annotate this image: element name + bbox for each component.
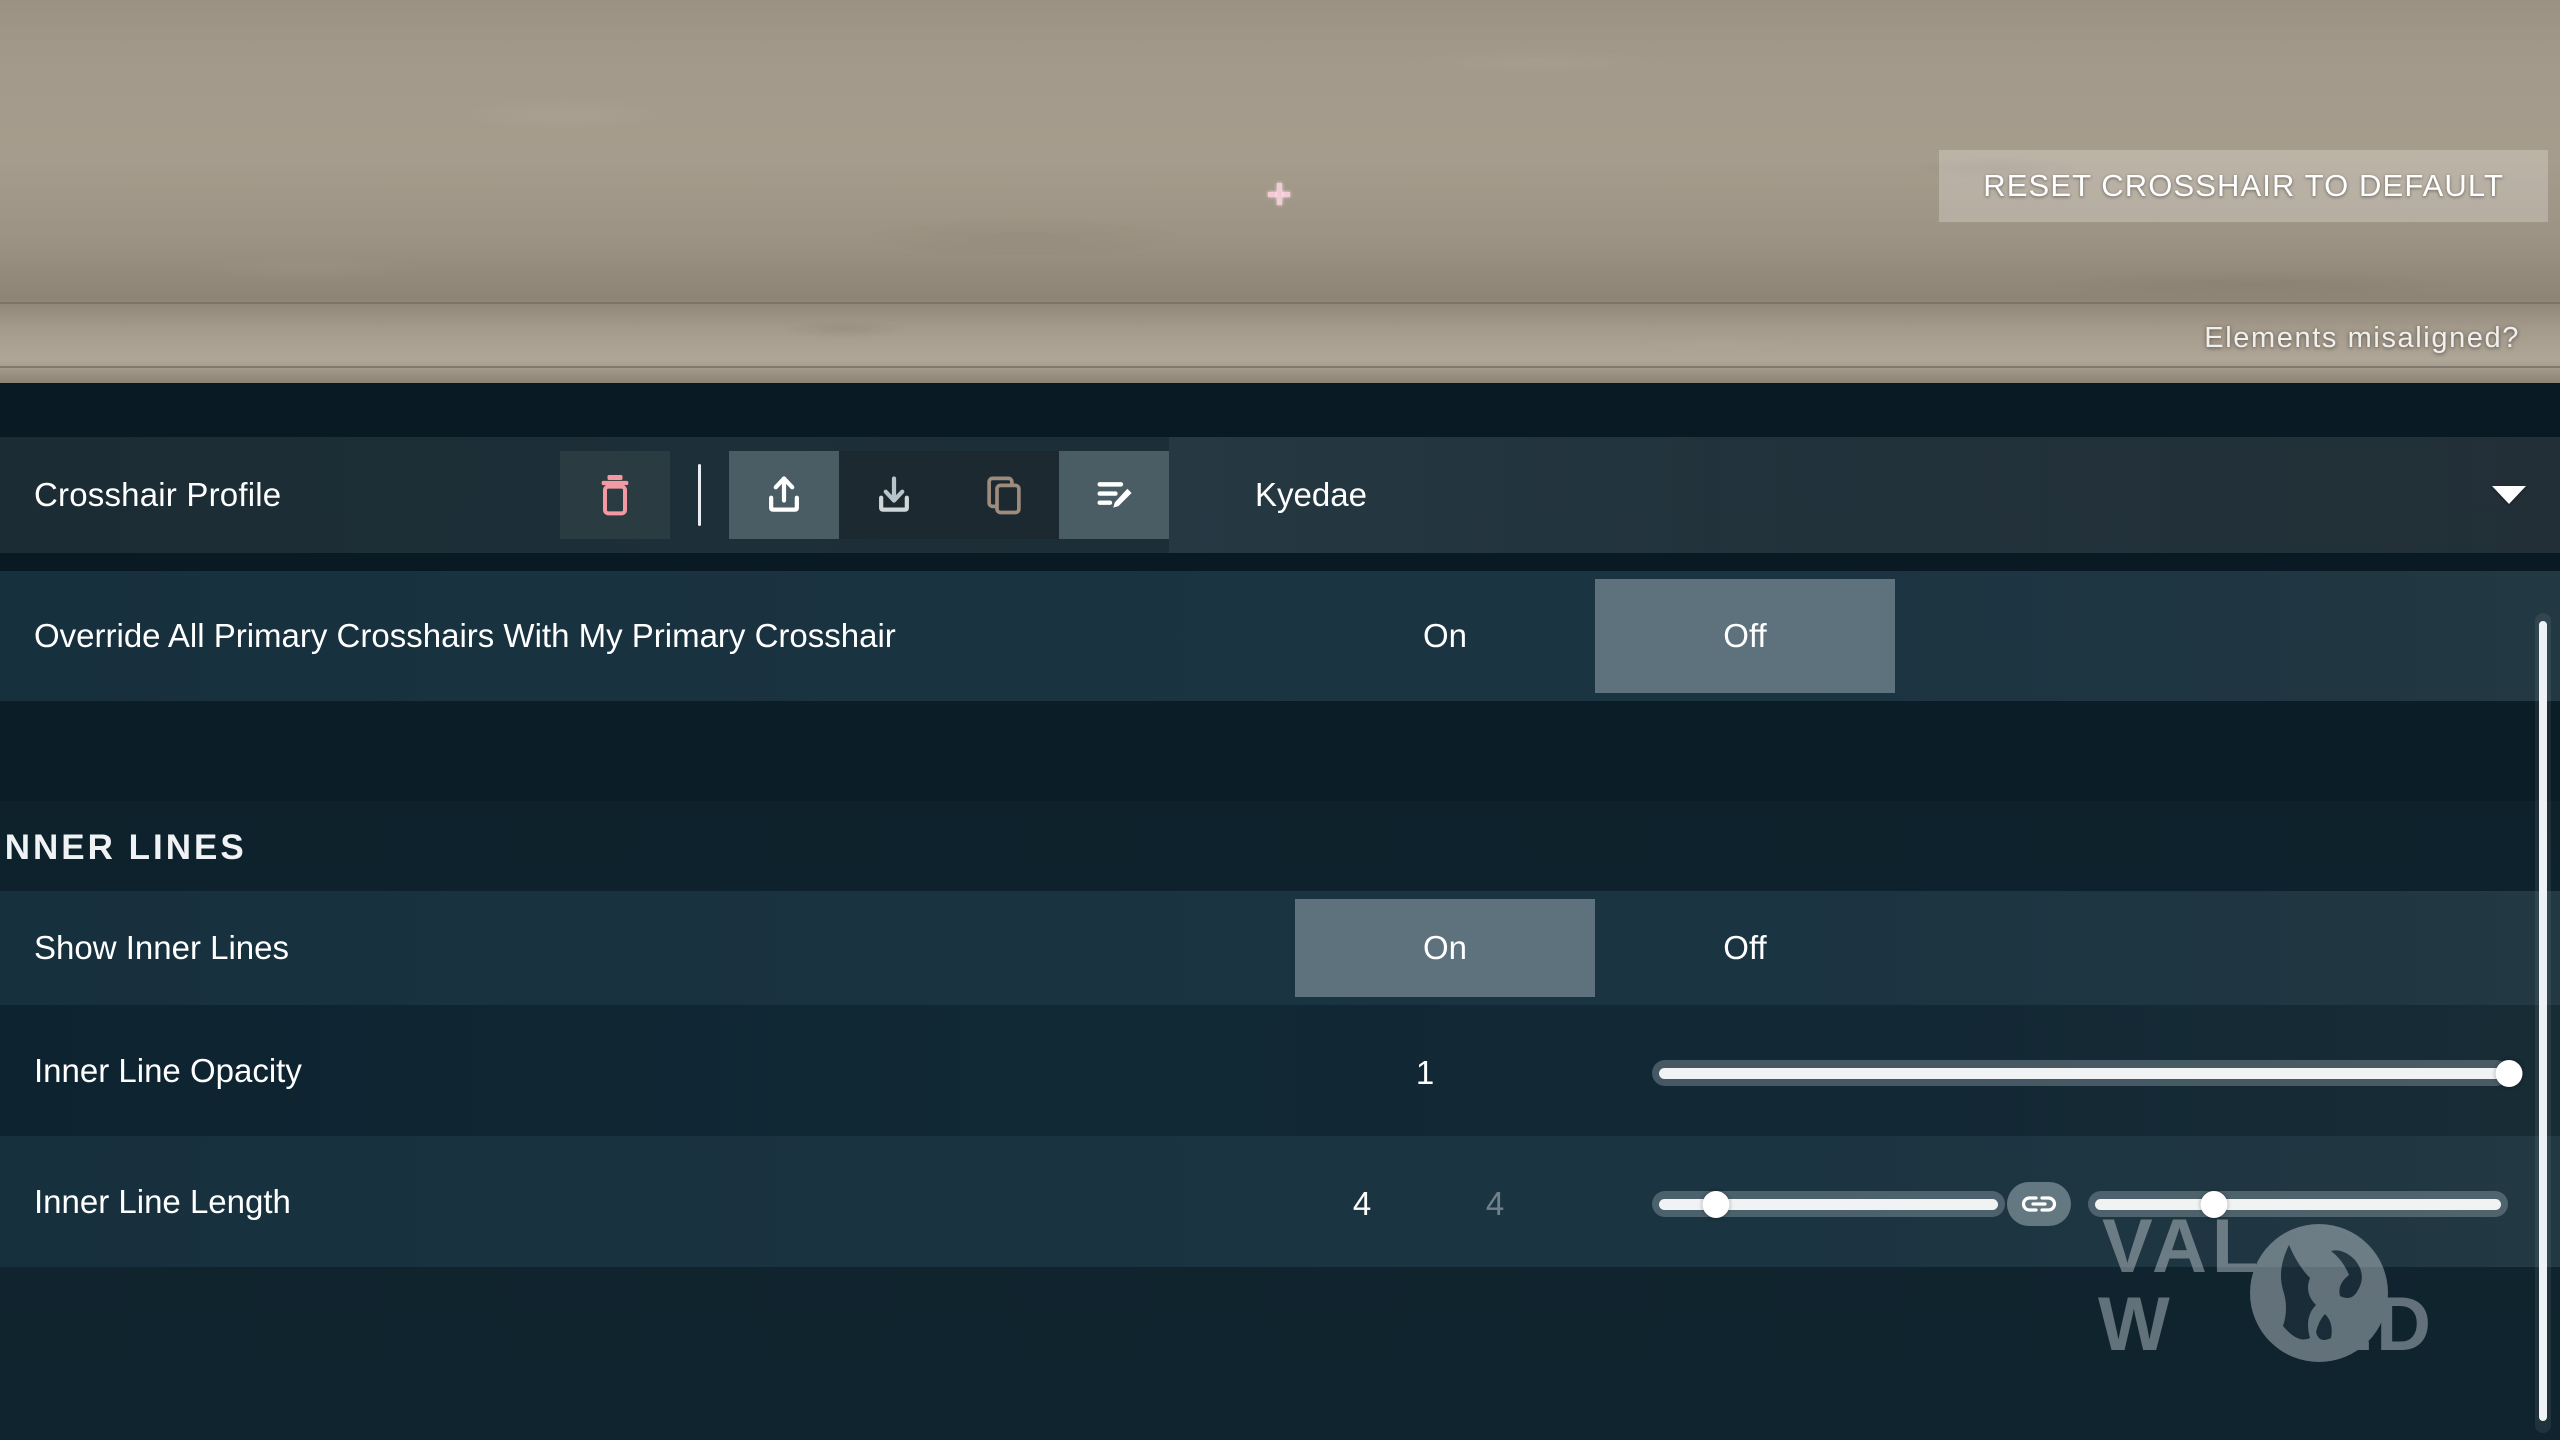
crosshair-preview-marker: [1268, 183, 1290, 205]
profile-action-buttons: [560, 437, 1169, 553]
profile-row-spacer: [0, 553, 2560, 571]
panel-top-spacer: [0, 383, 2560, 437]
show-inner-lines-toggle-group: On Off: [1295, 891, 1895, 1005]
show-inner-lines-toggle-off[interactable]: Off: [1595, 899, 1895, 997]
setting-row-inner-line-opacity: Inner Line Opacity 1: [0, 1005, 2560, 1136]
watermark-line-2: W: [2098, 1281, 2175, 1367]
link-icon: [2021, 1196, 2057, 1212]
inner-line-opacity-label: Inner Line Opacity: [34, 1051, 302, 1089]
crosshair-profile-row: Crosshair Profile Kyedae: [0, 437, 2560, 553]
override-toggle-group: On Off: [1295, 571, 1895, 701]
override-toggle-off[interactable]: Off: [1595, 579, 1895, 693]
crosshair-profile-label: Crosshair Profile: [34, 476, 282, 513]
settings-panel: Crosshair Profile Kyedae Override All Pr…: [0, 383, 2560, 1440]
export-profile-button[interactable]: [729, 451, 839, 539]
crosshair-profile-dropdown[interactable]: Kyedae: [1169, 437, 2560, 553]
slider-track: [2095, 1198, 2501, 1210]
chevron-down-icon: [2492, 486, 2526, 504]
upload-icon: [769, 476, 799, 512]
override-all-primary-crosshairs-label: Override All Primary Crosshairs With My …: [34, 617, 896, 654]
show-inner-lines-toggle-on[interactable]: On: [1295, 899, 1595, 997]
watermark-line-3: LD: [2324, 1281, 2437, 1367]
override-section-spacer: [0, 701, 2560, 801]
profile-buttons-separator: [698, 464, 701, 526]
inner-line-opacity-slider[interactable]: [1652, 1059, 2523, 1087]
copy-icon: [987, 476, 1021, 515]
slider-knob[interactable]: [1702, 1190, 1730, 1218]
rename-icon: [1097, 482, 1132, 508]
link-sliders-toggle[interactable]: [2007, 1182, 2071, 1226]
slider-knob[interactable]: [2495, 1059, 2523, 1087]
rename-profile-button[interactable]: [1059, 451, 1169, 539]
slider-knob[interactable]: [2200, 1190, 2228, 1218]
inner-line-length-value-secondary: 4: [1485, 1185, 1505, 1222]
inner-line-length-value: 4: [1352, 1185, 1372, 1222]
delete-profile-button[interactable]: [560, 451, 670, 539]
inner-line-length-label: Inner Line Length: [34, 1182, 291, 1220]
reset-button-label: RESET CROSSHAIR TO DEFAULT: [1983, 168, 2504, 203]
crosshair-vertical-line: [1277, 183, 1282, 205]
setting-row-override: Override All Primary Crosshairs With My …: [0, 571, 2560, 701]
selected-profile-name: Kyedae: [1255, 476, 1367, 513]
import-profile-button[interactable]: [839, 451, 949, 539]
elements-misaligned-link[interactable]: Elements misaligned?: [2204, 322, 2520, 355]
setting-row-inner-line-length: Inner Line Length 4 4: [0, 1136, 2560, 1267]
duplicate-profile-button[interactable]: [949, 451, 1059, 539]
inner-line-opacity-value: 1: [1415, 1054, 1435, 1091]
override-toggle-on[interactable]: On: [1295, 579, 1595, 693]
download-icon: [879, 476, 909, 512]
section-header-inner-lines: INNER LINES: [0, 828, 247, 867]
inner-line-length-slider-a[interactable]: [1652, 1190, 2005, 1218]
valorant-crosshair-settings-screen: RESET CROSSHAIR TO DEFAULT Elements misa…: [0, 0, 2560, 1440]
inner-line-length-slider-b[interactable]: [2088, 1190, 2508, 1218]
crosshair-preview-viewport: RESET CROSSHAIR TO DEFAULT Elements misa…: [0, 0, 2560, 383]
preview-wall-seam: [0, 302, 2560, 304]
slider-track: [1659, 1067, 2502, 1079]
reset-crosshair-to-default-button[interactable]: RESET CROSSHAIR TO DEFAULT: [1939, 150, 2548, 222]
preview-floor-seam: [0, 366, 2560, 368]
show-inner-lines-label: Show Inner Lines: [34, 929, 289, 966]
settings-scrollbar-thumb[interactable]: [2539, 621, 2547, 1421]
trash-icon: [601, 475, 629, 516]
setting-row-show-inner-lines: Show Inner Lines On Off: [0, 891, 2560, 1005]
